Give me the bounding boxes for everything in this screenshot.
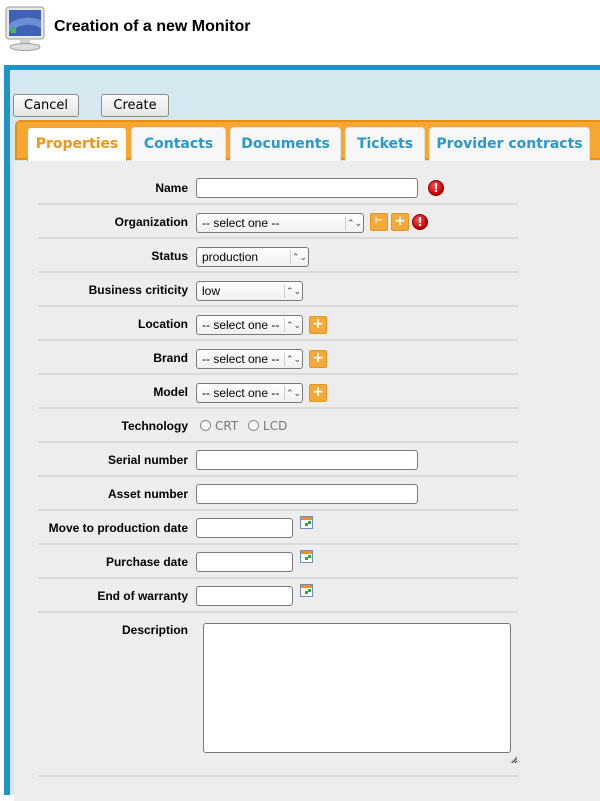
chevron-updown-icon: ⌃⌄: [284, 318, 302, 332]
chevron-updown-icon: ⌃⌄: [284, 284, 302, 298]
monitor-icon: [5, 6, 45, 51]
cancel-button[interactable]: Cancel: [13, 94, 79, 117]
move-to-production-date-input[interactable]: [196, 518, 293, 538]
required-error-icon: !: [412, 214, 428, 230]
technology-lcd-radio[interactable]: [248, 420, 260, 431]
calendar-icon[interactable]: [300, 550, 313, 563]
brand-label: Brand: [153, 351, 188, 365]
form-row-end-of-warranty: End of warranty: [38, 579, 518, 613]
form-row-business-criticity: Business criticity low ⌃⌄: [38, 273, 518, 307]
resize-grip-icon[interactable]: [510, 756, 517, 763]
business-criticity-value: low: [202, 284, 221, 298]
page-header: Creation of a new Monitor: [0, 0, 600, 62]
location-value: -- select one --: [202, 318, 280, 332]
status-label: Status: [151, 249, 188, 263]
business-criticity-select[interactable]: low ⌃⌄: [196, 281, 303, 301]
asset-number-input[interactable]: [196, 484, 418, 504]
chevron-updown-icon: ⌃⌄: [284, 386, 302, 400]
technology-radio-group: CRT LCD: [200, 419, 293, 433]
form-row-brand: Brand -- select one -- ⌃⌄ +: [38, 341, 518, 375]
technology-crt-label: CRT: [215, 419, 239, 433]
form-row-move-to-production-date: Move to production date: [38, 511, 518, 545]
form-row-technology: Technology CRT LCD: [38, 409, 518, 443]
status-select[interactable]: production ⌃⌄: [196, 247, 309, 267]
chevron-updown-icon: ⌃⌄: [284, 352, 302, 366]
serial-number-input[interactable]: [196, 450, 418, 470]
add-organization-icon[interactable]: +: [391, 213, 409, 231]
form-row-organization: Organization -- select one -- ⌃⌄ ⊢ + !: [38, 205, 518, 239]
brand-value: -- select one --: [202, 352, 280, 366]
organization-select[interactable]: -- select one -- ⌃⌄: [196, 213, 364, 233]
organization-value: -- select one --: [202, 216, 280, 230]
calendar-icon[interactable]: [300, 516, 313, 529]
brand-select[interactable]: -- select one -- ⌃⌄: [196, 349, 303, 369]
purchase-date-label: Purchase date: [105, 555, 188, 569]
form-row-status: Status production ⌃⌄: [38, 239, 518, 273]
required-error-icon: !: [428, 180, 444, 196]
calendar-icon[interactable]: [300, 584, 313, 597]
description-label: Description: [121, 623, 188, 637]
asset-number-label: Asset number: [107, 487, 188, 501]
purchase-date-input[interactable]: [196, 552, 293, 572]
add-brand-icon[interactable]: +: [309, 350, 327, 368]
name-input[interactable]: [196, 178, 418, 198]
location-select[interactable]: -- select one -- ⌃⌄: [196, 315, 303, 335]
organization-label: Organization: [114, 215, 188, 229]
end-of-warranty-input[interactable]: [196, 586, 293, 606]
technology-lcd-label: LCD: [263, 419, 288, 433]
technology-crt-radio[interactable]: [200, 420, 211, 431]
tab-tickets[interactable]: Tickets: [345, 127, 425, 162]
model-label: Model: [153, 385, 188, 399]
add-model-icon[interactable]: +: [309, 384, 327, 402]
model-value: -- select one --: [202, 386, 280, 400]
tab-contacts[interactable]: Contacts: [131, 127, 226, 162]
tab-documents[interactable]: Documents: [230, 127, 341, 162]
business-criticity-label: Business criticity: [88, 283, 188, 297]
status-value: production: [202, 250, 259, 264]
page-title: Creation of a new Monitor: [54, 18, 251, 35]
chevron-updown-icon: ⌃⌄: [345, 216, 363, 230]
form-row-asset-number: Asset number: [38, 477, 518, 511]
end-of-warranty-label: End of warranty: [97, 589, 188, 603]
form-row-description: Description: [38, 613, 518, 777]
form-row-location: Location -- select one -- ⌃⌄ +: [38, 307, 518, 341]
form-row-model: Model -- select one -- ⌃⌄ +: [38, 375, 518, 409]
name-label: Name: [155, 181, 188, 195]
description-textarea[interactable]: [203, 623, 511, 753]
technology-label: Technology: [121, 419, 188, 433]
add-location-icon[interactable]: +: [309, 316, 327, 334]
serial-number-label: Serial number: [107, 453, 188, 467]
tab-provider-contracts[interactable]: Provider contracts: [429, 127, 590, 162]
properties-content: Name ! Organization -- select one -- ⌃⌄ …: [14, 161, 600, 801]
move-to-production-date-label: Move to production date: [48, 521, 188, 535]
tab-bar: Properties Contacts Documents Tickets Pr…: [15, 120, 600, 163]
chevron-updown-icon: ⌃⌄: [290, 250, 308, 264]
location-label: Location: [138, 317, 188, 331]
create-button[interactable]: Create: [101, 94, 169, 117]
tab-properties[interactable]: Properties: [27, 127, 127, 163]
form-row-serial-number: Serial number: [38, 443, 518, 477]
form-row-name: Name !: [38, 171, 518, 205]
form-panel: Cancel Create Properties Contacts Docume…: [4, 65, 600, 801]
hierarchy-icon[interactable]: ⊢: [370, 213, 388, 231]
model-select[interactable]: -- select one -- ⌃⌄: [196, 383, 303, 403]
form-row-purchase-date: Purchase date: [38, 545, 518, 579]
